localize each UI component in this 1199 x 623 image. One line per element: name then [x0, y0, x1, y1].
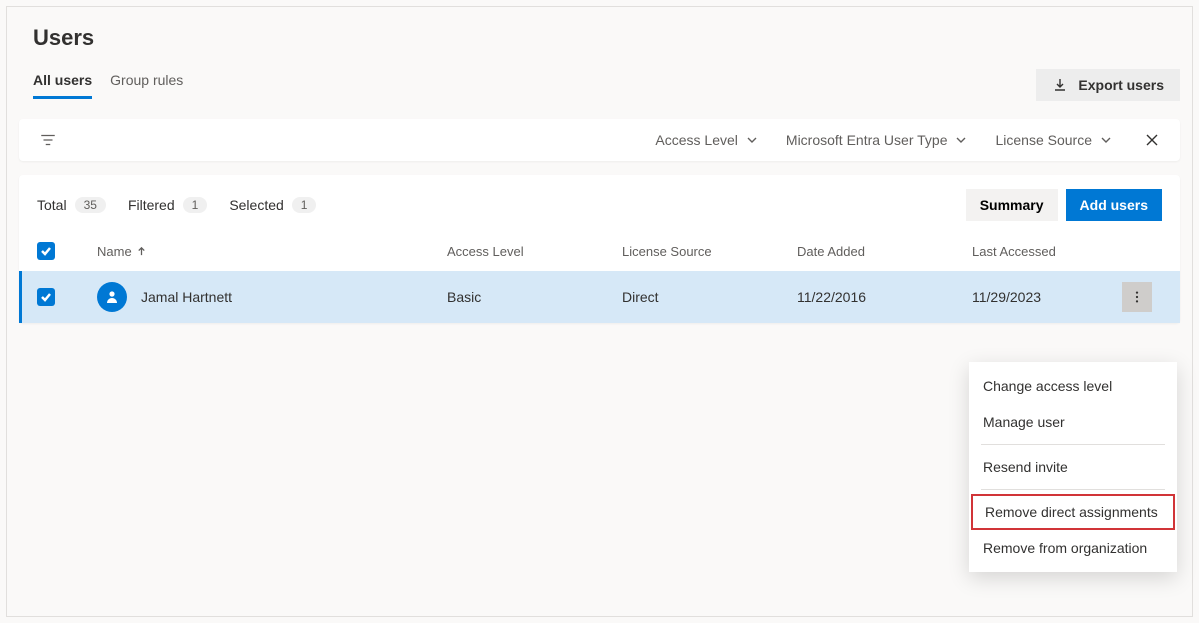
stat-total: Total 35 [37, 197, 106, 213]
chevron-down-icon [746, 134, 758, 146]
menu-separator [981, 444, 1165, 445]
page-title: Users [33, 25, 1182, 51]
add-users-button[interactable]: Add users [1066, 189, 1162, 221]
tab-all-users[interactable]: All users [33, 72, 92, 99]
column-name[interactable]: Name [97, 244, 447, 259]
cell-access-level: Basic [447, 289, 622, 305]
stats-row: Total 35 Filtered 1 Selected 1 Summary A… [19, 175, 1180, 231]
filter-bar: Access Level Microsoft Entra User Type L… [19, 119, 1180, 161]
name-cell: Jamal Hartnett [97, 282, 447, 312]
sort-asc-icon [136, 246, 147, 257]
cell-date-added: 11/22/2016 [797, 289, 972, 305]
users-table-card: Total 35 Filtered 1 Selected 1 Summary A… [19, 175, 1180, 323]
export-users-button[interactable]: Export users [1036, 69, 1180, 101]
header-row: All users Group rules Export users [17, 69, 1182, 101]
select-all-checkbox[interactable] [37, 242, 55, 260]
tabs: All users Group rules [33, 72, 183, 99]
close-icon[interactable] [1144, 132, 1160, 148]
avatar [97, 282, 127, 312]
stat-selected: Selected 1 [229, 197, 316, 213]
column-access-level[interactable]: Access Level [447, 244, 622, 259]
context-menu: Change access level Manage user Resend i… [969, 362, 1177, 572]
person-icon [104, 289, 120, 305]
menu-change-access[interactable]: Change access level [969, 368, 1177, 404]
menu-manage-user[interactable]: Manage user [969, 404, 1177, 440]
table-header: Name Access Level License Source Date Ad… [19, 231, 1180, 271]
table-row[interactable]: Jamal Hartnett Basic Direct 11/22/2016 1… [19, 271, 1180, 323]
column-license-source[interactable]: License Source [622, 244, 797, 259]
more-vertical-icon [1130, 290, 1144, 304]
cell-last-accessed: 11/29/2023 [972, 289, 1122, 305]
column-last-accessed[interactable]: Last Accessed [972, 244, 1122, 259]
export-label: Export users [1078, 77, 1164, 93]
tab-group-rules[interactable]: Group rules [110, 72, 183, 99]
row-more-button[interactable] [1122, 282, 1152, 312]
filter-user-type[interactable]: Microsoft Entra User Type [786, 132, 968, 148]
chevron-down-icon [955, 134, 967, 146]
download-icon [1052, 77, 1068, 93]
menu-separator [981, 489, 1165, 490]
user-name: Jamal Hartnett [141, 289, 232, 305]
chevron-down-icon [1100, 134, 1112, 146]
menu-remove-org[interactable]: Remove from organization [969, 530, 1177, 566]
filter-icon[interactable] [39, 131, 57, 149]
filter-access-level[interactable]: Access Level [655, 132, 757, 148]
menu-remove-direct[interactable]: Remove direct assignments [971, 494, 1175, 530]
users-page: Users All users Group rules Export users… [6, 6, 1193, 617]
column-date-added[interactable]: Date Added [797, 244, 972, 259]
stat-filtered: Filtered 1 [128, 197, 207, 213]
menu-resend-invite[interactable]: Resend invite [969, 449, 1177, 485]
row-checkbox[interactable] [37, 288, 55, 306]
cell-license-source: Direct [622, 289, 797, 305]
filter-license-source[interactable]: License Source [995, 132, 1112, 148]
summary-button[interactable]: Summary [966, 189, 1058, 221]
